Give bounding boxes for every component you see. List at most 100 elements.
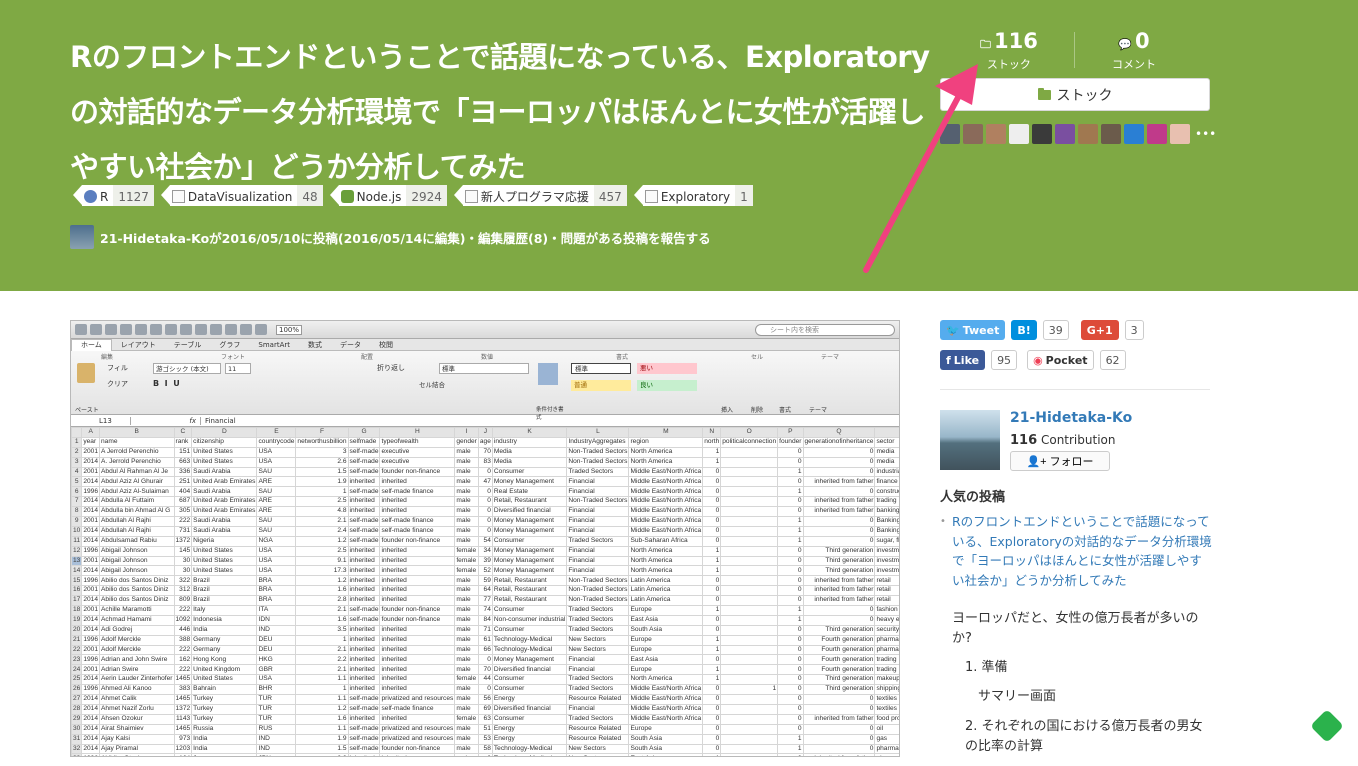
table-cell: oil bbox=[874, 723, 899, 735]
stocker-avatar[interactable] bbox=[1009, 124, 1029, 144]
tag-list: R 1127 DataVisualization 48 Node.js 2924… bbox=[72, 185, 753, 206]
table-cell: sector bbox=[874, 436, 899, 448]
paste-icon bbox=[165, 324, 177, 335]
table-cell: Money Management bbox=[491, 525, 568, 537]
stocker-avatar[interactable] bbox=[1055, 124, 1075, 144]
table-cell: North America bbox=[628, 456, 704, 468]
table-cell: GBR bbox=[256, 664, 297, 676]
column-header: C bbox=[173, 427, 193, 438]
table-cell: 0 bbox=[777, 506, 804, 518]
facebook-like-button[interactable]: f Like bbox=[940, 350, 986, 370]
row-number: 18 bbox=[71, 605, 83, 616]
more-stockers-link[interactable]: ••• bbox=[1195, 127, 1216, 141]
tweet-label: Tweet bbox=[962, 323, 1000, 337]
table-cell: Ahmet Nazif Zorlu bbox=[99, 703, 175, 715]
stocker-avatar[interactable] bbox=[940, 124, 960, 144]
byline-text[interactable]: 21-Hidetaka-Koが2016/05/10に投稿(2016/05/14に… bbox=[100, 228, 711, 247]
table-cell: 1.5 bbox=[295, 466, 349, 478]
table-cell: Latin America bbox=[628, 595, 704, 607]
style-normal: 標準 bbox=[571, 363, 631, 374]
table-cell: 0 bbox=[702, 476, 722, 488]
tweet-button[interactable]: 🐦 Tweet bbox=[940, 320, 1006, 340]
hatena-count: 39 bbox=[1042, 320, 1069, 340]
column-header: L bbox=[566, 427, 630, 438]
follow-button[interactable]: 👤+ フォロー bbox=[1010, 451, 1110, 471]
pocket-button[interactable]: ◉ Pocket bbox=[1027, 350, 1094, 370]
table-cell: USA bbox=[256, 674, 297, 686]
row-number: 19 bbox=[71, 614, 83, 626]
table-cell: female bbox=[454, 545, 479, 557]
table-cell: 2001 bbox=[81, 644, 101, 656]
author-photo[interactable] bbox=[940, 410, 1000, 470]
table-cell: IND bbox=[256, 733, 297, 745]
table-cell: 0 bbox=[777, 644, 804, 656]
table-cell: inherited bbox=[347, 654, 381, 666]
feedly-icon[interactable] bbox=[1310, 709, 1344, 743]
tag-newbie[interactable]: 新人プログラマ応援 457 bbox=[453, 185, 627, 206]
table-cell: 0 bbox=[777, 496, 804, 508]
table-row: 1 year name rank citizenship countrycode netwo… bbox=[71, 436, 899, 448]
table-cell: 1372 bbox=[173, 703, 193, 715]
table-cell: Abdul Aziz Al-Sulaiman bbox=[99, 486, 175, 498]
table-cell: male bbox=[454, 703, 479, 715]
table-cell: 2001 bbox=[81, 585, 101, 597]
table-cell: Diversified financial bbox=[491, 664, 568, 676]
stocker-avatar[interactable] bbox=[963, 124, 983, 144]
table-cell: Media bbox=[491, 446, 568, 458]
toc-item[interactable]: 1. 準備 bbox=[952, 658, 1212, 678]
table-cell: retail bbox=[874, 585, 899, 597]
tag-r[interactable]: R 1127 bbox=[73, 185, 154, 206]
table-cell: Diversified financial bbox=[491, 506, 568, 518]
table-of-contents: ヨーロッパだと、女性の億万長者が多いのか? 1. 準備 サマリー画面 2. それ… bbox=[952, 609, 1212, 766]
row-number: 24 bbox=[71, 664, 83, 676]
table-cell: self-made bbox=[347, 733, 381, 745]
wrap-label: 折り返し bbox=[377, 364, 405, 372]
table-cell: 0 bbox=[702, 694, 722, 705]
table-cell: Middle East/North Africa bbox=[628, 506, 704, 518]
stocker-avatar[interactable] bbox=[1170, 124, 1190, 144]
copy-icon bbox=[150, 324, 162, 335]
table-cell: TUR bbox=[256, 694, 297, 705]
stocker-avatar[interactable] bbox=[1078, 124, 1098, 144]
table-cell: Brazil bbox=[191, 595, 258, 607]
stocker-avatar[interactable] bbox=[1032, 124, 1052, 144]
table-cell bbox=[720, 595, 779, 607]
table-cell: pharmaceuticals bbox=[874, 743, 899, 755]
toc-item[interactable]: ヨーロッパだと、女性の億万長者が多いのか? bbox=[952, 609, 1212, 649]
table-cell: 1.2 bbox=[295, 575, 349, 587]
toc-item[interactable]: 2. それぞれの国における億万長者の男女の比率の計算 bbox=[952, 717, 1212, 757]
table-cell: Energy bbox=[491, 694, 568, 705]
cell-reference: L13 bbox=[71, 416, 131, 425]
table-cell: Fourth generation bbox=[802, 654, 876, 666]
stocker-avatar[interactable] bbox=[986, 124, 1006, 144]
table-cell: Abdulla bin Ahmad Al G bbox=[99, 506, 175, 518]
tag-nodejs[interactable]: Node.js 2924 bbox=[329, 185, 447, 206]
author-avatar[interactable] bbox=[70, 225, 94, 249]
table-cell: Traded Sectors bbox=[566, 684, 630, 696]
table-cell: Money Management bbox=[491, 516, 568, 527]
tag-datavisualization[interactable]: DataVisualization 48 bbox=[160, 185, 323, 206]
table-cell: New Sectors bbox=[566, 644, 630, 656]
table-cell bbox=[720, 575, 779, 587]
comment-stat[interactable]: 💬 0 コメント bbox=[1112, 30, 1156, 72]
hatena-button[interactable]: B! bbox=[1011, 320, 1037, 340]
stocker-avatar[interactable] bbox=[1147, 124, 1167, 144]
popular-post-link[interactable]: Rのフロントエンドということで話題になっている、Exploratoryの対話的な… bbox=[940, 512, 1212, 590]
table-cell: Middle East/North Africa bbox=[628, 703, 704, 715]
stocker-avatar[interactable] bbox=[1124, 124, 1144, 144]
table-cell: 973 bbox=[173, 733, 193, 745]
table-cell: 0 bbox=[702, 703, 722, 715]
table-cell: self-made bbox=[347, 535, 381, 547]
table-cell bbox=[720, 565, 779, 577]
table-cell: Traded Sectors bbox=[566, 535, 630, 547]
gplus-button[interactable]: G+1 bbox=[1080, 320, 1119, 340]
toc-item[interactable]: サマリー画面 bbox=[952, 687, 1212, 707]
tag-exploratory[interactable]: Exploratory 1 bbox=[633, 185, 753, 206]
table-cell: investment bbox=[874, 565, 899, 577]
stock-button[interactable]: ストック bbox=[940, 78, 1210, 111]
delete-label: 削除 bbox=[751, 407, 764, 414]
stocker-avatar[interactable] bbox=[1101, 124, 1121, 144]
table-cell: self-made bbox=[347, 456, 381, 468]
stock-stat[interactable]: 🗀 116 ストック bbox=[980, 30, 1038, 72]
author-name[interactable]: 21-Hidetaka-Ko bbox=[1010, 410, 1132, 426]
